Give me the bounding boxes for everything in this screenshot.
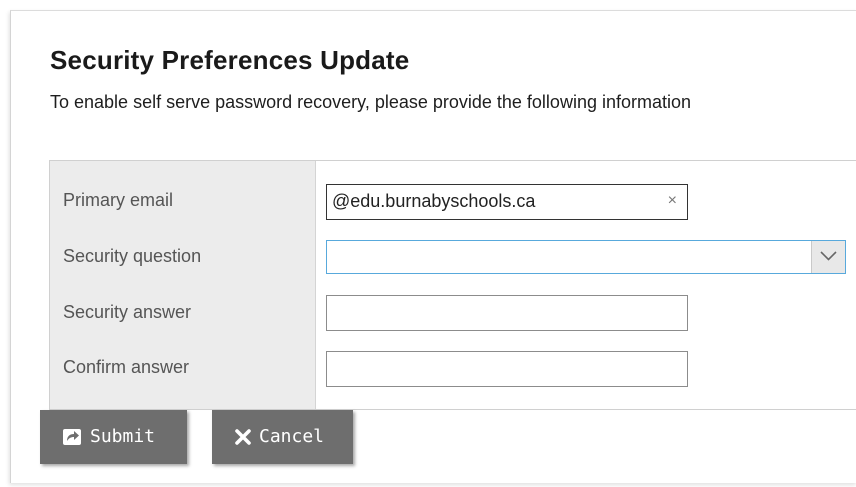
page-title: Security Preferences Update	[50, 45, 410, 75]
clear-email-icon[interactable]: ×	[668, 192, 677, 210]
confirm-answer-label: Confirm answer	[63, 357, 190, 377]
confirm-answer-input[interactable]	[326, 351, 688, 387]
security-answer-label: Security answer	[63, 302, 192, 322]
cancel-button[interactable]: Cancel	[212, 410, 353, 464]
dropdown-toggle[interactable]	[811, 241, 845, 273]
security-question-select[interactable]	[326, 240, 846, 274]
page-subtitle: To enable self serve password recovery, …	[50, 92, 692, 112]
x-icon	[235, 429, 251, 445]
submit-label: Submit	[90, 426, 156, 447]
primary-email-value: @edu.burnabyschools.ca	[332, 191, 536, 211]
submit-button[interactable]: Submit	[40, 410, 187, 464]
chevron-down-icon	[820, 251, 837, 261]
security-form: Primary email Security question Security…	[49, 160, 856, 410]
security-answer-input[interactable]	[326, 295, 688, 331]
cancel-label: Cancel	[259, 426, 325, 447]
primary-email-label: Primary email	[63, 190, 174, 210]
primary-email-field[interactable]: @edu.burnabyschools.ca ×	[326, 184, 688, 220]
share-arrow-icon	[63, 429, 81, 445]
security-question-label: Security question	[63, 246, 202, 266]
labels-column: Primary email Security question Security…	[50, 161, 316, 409]
